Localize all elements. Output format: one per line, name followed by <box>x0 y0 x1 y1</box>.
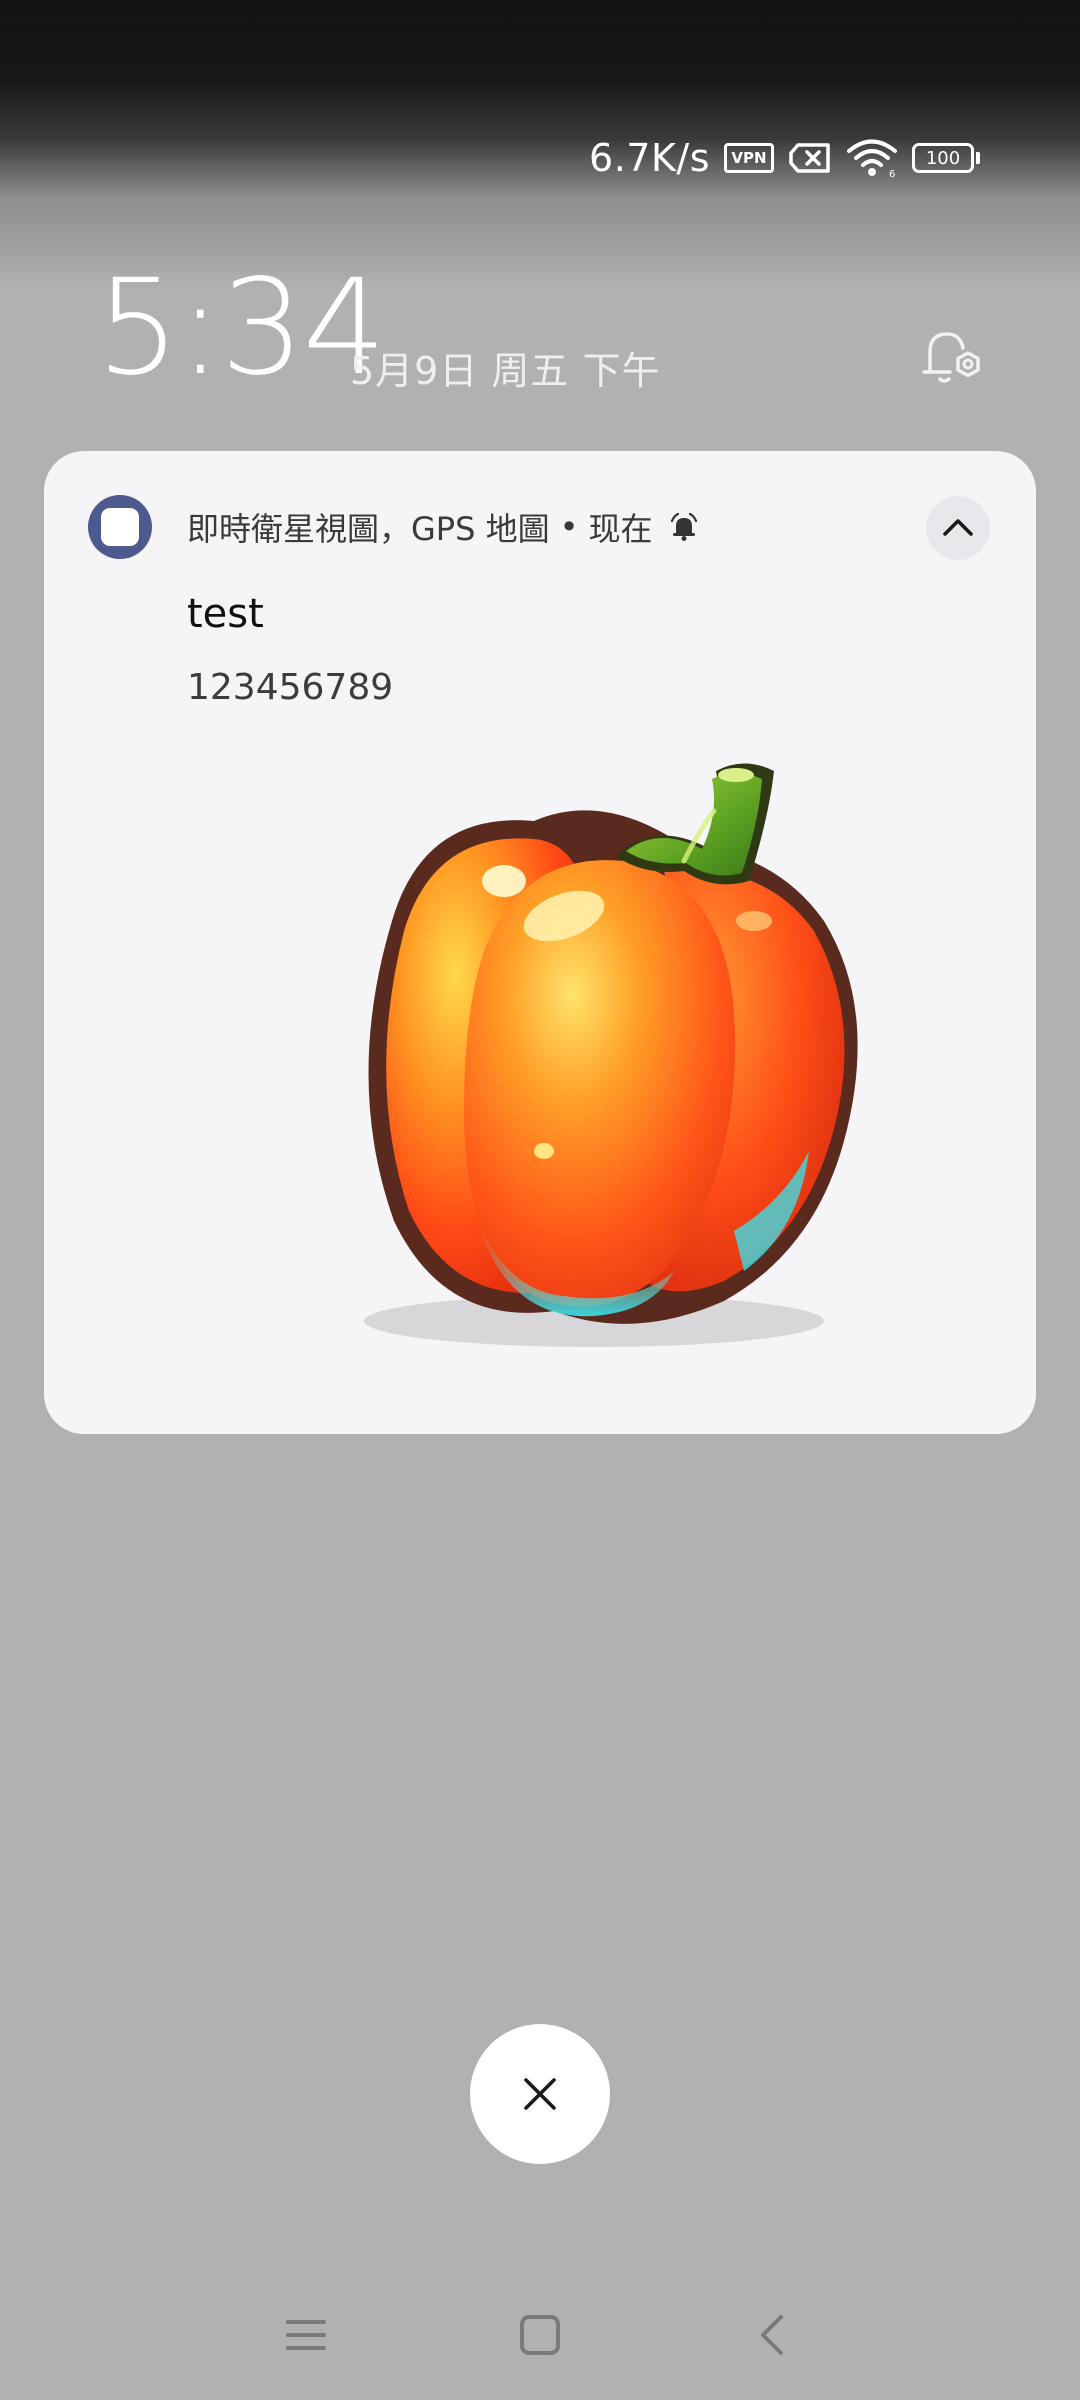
notification-time: 现在 <box>588 510 653 548</box>
svg-text:6: 6 <box>889 169 895 178</box>
header-separator: • <box>559 508 579 546</box>
lockscreen-clock: 5:34 <box>96 251 386 405</box>
battery-level: 100 <box>912 143 974 173</box>
notification-body: 123456789 <box>187 667 394 708</box>
home-button[interactable] <box>495 2290 585 2380</box>
home-square-icon <box>520 2315 560 2355</box>
status-bar: 6.7K/s VPN 6 100 <box>589 132 980 184</box>
wifi-icon: 6 <box>846 138 898 178</box>
notification-header: 即時衛星視圖，GPS 地圖 • 现在 <box>187 504 700 550</box>
back-chevron-icon <box>761 2315 783 2355</box>
battery-icon: 100 <box>912 143 980 173</box>
chevron-up-icon <box>943 519 973 536</box>
back-button[interactable] <box>728 2290 818 2380</box>
sim-off-icon <box>788 142 832 174</box>
navigation-bar <box>0 2290 1080 2380</box>
notification-app-name: 即時衛星視圖，GPS 地圖 <box>187 510 550 548</box>
collapse-button[interactable] <box>926 496 990 560</box>
app-icon <box>88 495 152 559</box>
menu-icon <box>286 2320 326 2350</box>
bell-pepper-image <box>364 763 858 1347</box>
notification-card[interactable]: 即時衛星視圖，GPS 地圖 • 现在 test 123456789 <box>44 451 1036 1434</box>
dismiss-all-button[interactable] <box>470 2024 610 2164</box>
notification-settings-icon[interactable] <box>916 322 986 392</box>
vpn-icon: VPN <box>724 143 774 173</box>
notification-title: test <box>187 591 264 637</box>
alert-bell-icon <box>671 512 698 541</box>
lockscreen-date: 5月9日 周五 下午 <box>350 349 661 393</box>
recents-button[interactable] <box>261 2290 351 2380</box>
network-speed: 6.7K/s <box>589 136 710 180</box>
close-icon <box>524 2078 556 2110</box>
